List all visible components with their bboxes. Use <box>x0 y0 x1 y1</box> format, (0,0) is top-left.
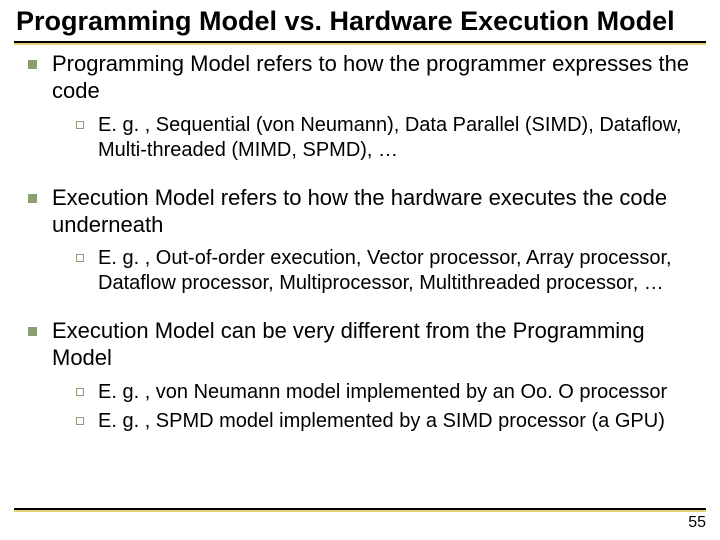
slide-title: Programming Model vs. Hardware Execution… <box>14 6 706 41</box>
sub-item: E. g. , Out-of-order execution, Vector p… <box>76 246 702 296</box>
page-number: 55 <box>688 514 706 532</box>
bullet-text: Programming Model refers to how the prog… <box>52 51 689 103</box>
sub-list: E. g. , Out-of-order execution, Vector p… <box>52 246 702 296</box>
title-rule <box>14 41 706 45</box>
sub-item: E. g. , SPMD model implemented by a SIMD… <box>76 409 702 434</box>
bullet-item: Execution Model refers to how the hardwa… <box>28 185 702 297</box>
sub-item: E. g. , Sequential (von Neumann), Data P… <box>76 113 702 163</box>
bullet-text: Execution Model refers to how the hardwa… <box>52 185 667 237</box>
bullet-item: Programming Model refers to how the prog… <box>28 51 702 163</box>
bullet-list: Programming Model refers to how the prog… <box>14 51 706 434</box>
bullet-text: Execution Model can be very different fr… <box>52 318 645 370</box>
bullet-item: Execution Model can be very different fr… <box>28 318 702 434</box>
sub-list: E. g. , von Neumann model implemented by… <box>52 380 702 434</box>
sub-list: E. g. , Sequential (von Neumann), Data P… <box>52 113 702 163</box>
sub-item: E. g. , von Neumann model implemented by… <box>76 380 702 405</box>
slide: Programming Model vs. Hardware Execution… <box>0 0 720 540</box>
bottom-rule <box>14 508 706 512</box>
